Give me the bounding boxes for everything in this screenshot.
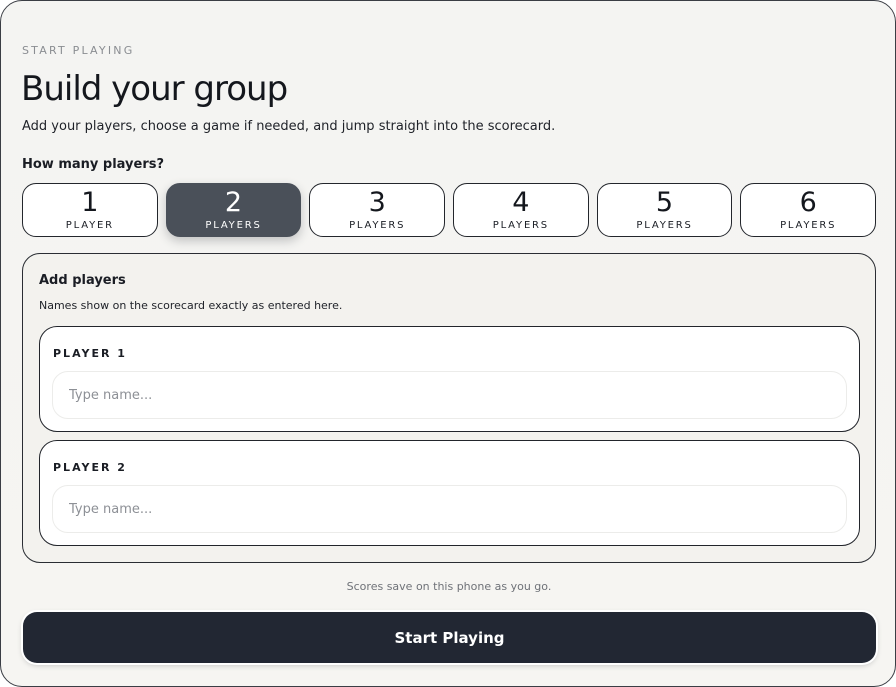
- option-number: 1: [81, 187, 99, 218]
- start-playing-card: START PLAYING Build your group Add your …: [0, 0, 896, 687]
- player-count-option-5[interactable]: 5 PLAYERS: [596, 183, 733, 237]
- option-number: 4: [512, 187, 530, 218]
- option-unit: PLAYERS: [205, 220, 262, 231]
- option-unit: PLAYERS: [636, 220, 693, 231]
- player-card-1: PLAYER 1: [39, 326, 860, 432]
- player-label: PLAYER 1: [53, 347, 127, 360]
- player-count-option-4[interactable]: 4 PLAYERS: [453, 183, 589, 237]
- player-count-option-1[interactable]: 1 PLAYER: [22, 183, 158, 237]
- player-label: PLAYER 2: [53, 461, 127, 474]
- eyebrow-label: START PLAYING: [22, 44, 135, 57]
- page-title: Build your group: [21, 69, 288, 109]
- player-count-option-6[interactable]: 6 PLAYERS: [740, 183, 877, 237]
- option-unit: PLAYERS: [780, 220, 837, 231]
- player-2-name-input[interactable]: [52, 485, 847, 533]
- player-1-name-input[interactable]: [52, 371, 847, 419]
- save-note: Scores save on this phone as you go.: [346, 580, 552, 593]
- option-number: 3: [368, 187, 386, 218]
- player-count-option-3[interactable]: 3 PLAYERS: [309, 183, 446, 237]
- option-unit: PLAYERS: [492, 220, 549, 231]
- page-subtitle: Add your players, choose a game if neede…: [22, 119, 556, 134]
- option-number: 5: [655, 187, 674, 218]
- option-unit: PLAYER: [65, 220, 114, 231]
- option-unit: PLAYERS: [349, 220, 406, 231]
- add-players-panel: Add players Names show on the scorecard …: [22, 253, 876, 563]
- option-number: 2: [224, 187, 243, 218]
- player-count-selector: 1 PLAYER 2 PLAYERS 3 PLAYERS 4 PLAYERS 5…: [22, 183, 877, 237]
- start-playing-button[interactable]: Start Playing: [23, 612, 876, 663]
- panel-note: Names show on the scorecard exactly as e…: [39, 299, 343, 312]
- player-count-option-2[interactable]: 2 PLAYERS: [165, 183, 302, 237]
- player-card-2: PLAYER 2: [39, 440, 860, 546]
- player-count-label: How many players?: [22, 157, 165, 172]
- option-number: 6: [799, 187, 817, 218]
- panel-title: Add players: [39, 273, 126, 288]
